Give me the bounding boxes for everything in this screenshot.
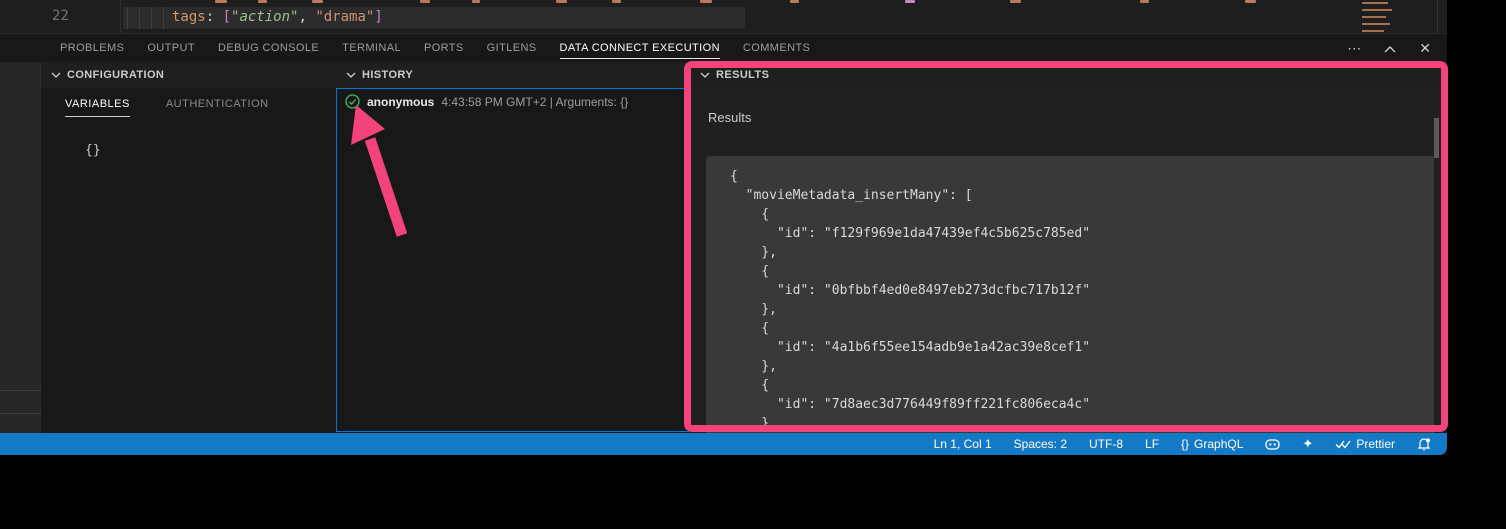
panel-body: CONFIGURATION VARIABLES AUTHENTICATION {… bbox=[0, 62, 1447, 433]
double-check-icon bbox=[1335, 439, 1351, 449]
language-label: GraphQL bbox=[1194, 437, 1243, 451]
chevron-down-icon bbox=[51, 72, 61, 79]
history-section: HISTORY anonymous 4:43:58 PM GMT+2 | Arg… bbox=[336, 62, 690, 433]
minimap-line bbox=[1362, 23, 1390, 25]
configuration-section-header[interactable]: CONFIGURATION bbox=[41, 62, 336, 88]
code-token-open-bracket: [ bbox=[223, 9, 231, 25]
clipped-code-fragment bbox=[1010, 0, 1021, 3]
indentation-status[interactable]: Spaces: 2 bbox=[1014, 437, 1067, 451]
configuration-section: CONFIGURATION VARIABLES AUTHENTICATION {… bbox=[41, 62, 336, 433]
results-section: RESULTS Results { "movieMetadata_insertM… bbox=[690, 62, 1447, 433]
results-section-header[interactable]: RESULTS bbox=[690, 62, 1447, 88]
chevron-down-icon bbox=[700, 72, 710, 79]
panel-actions: ⋯ ✕ bbox=[1347, 34, 1431, 63]
minimap-line bbox=[1362, 16, 1386, 18]
panel-tab-comments[interactable]: COMMENTS bbox=[743, 34, 810, 62]
clipped-code-fragment bbox=[420, 0, 430, 3]
panel-tab-output[interactable]: OUTPUT bbox=[147, 34, 195, 62]
indent-guide bbox=[139, 7, 140, 29]
code-line-22[interactable]: tags: ["action", "drama"] bbox=[172, 9, 383, 25]
panel-tab-terminal[interactable]: TERMINAL bbox=[342, 34, 401, 62]
minimap-line bbox=[1362, 2, 1388, 4]
indent-guide bbox=[163, 7, 164, 29]
code-token-string-drama: "drama" bbox=[315, 9, 374, 25]
sidebar-divider bbox=[0, 390, 41, 391]
chevron-down-icon bbox=[346, 72, 356, 79]
formatter-label: Prettier bbox=[1356, 437, 1395, 451]
editor-minimap[interactable] bbox=[1356, 0, 1447, 33]
history-item-name: anonymous bbox=[367, 95, 434, 109]
clipped-code-fragment bbox=[612, 0, 621, 3]
panel-tab-bar: PROBLEMS OUTPUT DEBUG CONSOLE TERMINAL P… bbox=[0, 33, 1447, 62]
panel-tab-ports[interactable]: PORTS bbox=[424, 34, 464, 62]
minimap-line bbox=[1362, 9, 1392, 11]
clipped-code-fragment bbox=[1245, 0, 1256, 3]
code-token-string-action: "action" bbox=[231, 9, 298, 25]
sparkle-icon[interactable]: ✦ bbox=[1302, 436, 1313, 452]
braces-icon: {} bbox=[1181, 437, 1189, 451]
clipped-code-fragment bbox=[1140, 0, 1149, 3]
clipped-code-fragment bbox=[258, 0, 267, 3]
minimap-line bbox=[1362, 30, 1384, 32]
history-item[interactable]: anonymous 4:43:58 PM GMT+2 | Arguments: … bbox=[337, 89, 688, 114]
clipped-code-fragment bbox=[312, 0, 323, 3]
results-json-text: { "movieMetadata_insertMany": [ { "id": … bbox=[706, 156, 1434, 450]
language-mode-status[interactable]: {} GraphQL bbox=[1181, 437, 1243, 451]
code-token-comma: , bbox=[298, 9, 315, 25]
cursor-position-status[interactable]: Ln 1, Col 1 bbox=[934, 437, 992, 451]
panel-tab-problems[interactable]: PROBLEMS bbox=[60, 34, 124, 62]
clipped-code-fragment bbox=[556, 0, 567, 3]
results-label: Results bbox=[708, 110, 751, 125]
configuration-tabs: VARIABLES AUTHENTICATION bbox=[41, 98, 336, 117]
tab-authentication[interactable]: AUTHENTICATION bbox=[166, 98, 269, 117]
results-title: RESULTS bbox=[716, 69, 769, 81]
vscode-panel-window: 22 tags: ["action", "drama"] PROBLEMS OU… bbox=[0, 0, 1447, 455]
code-editor[interactable]: 22 tags: ["action", "drama"] bbox=[0, 0, 1447, 33]
indent-guide bbox=[151, 7, 152, 29]
code-token-close-bracket: ] bbox=[374, 9, 382, 25]
code-token-key: tags bbox=[172, 9, 206, 25]
check-circle-icon bbox=[345, 94, 360, 109]
history-title: HISTORY bbox=[362, 69, 413, 81]
code-token-colon: : bbox=[206, 9, 223, 25]
clipped-code-fragment bbox=[472, 0, 480, 3]
results-content: Results { "movieMetadata_insertMany": [ … bbox=[690, 88, 1447, 433]
clipped-code-fragment bbox=[215, 0, 227, 3]
results-json-output[interactable]: { "movieMetadata_insertMany": [ { "id": … bbox=[706, 156, 1434, 450]
variables-value[interactable]: {} bbox=[85, 143, 336, 158]
clipped-code-fragment bbox=[905, 0, 915, 3]
more-actions-icon[interactable]: ⋯ bbox=[1347, 34, 1361, 63]
eol-status[interactable]: LF bbox=[1145, 437, 1159, 451]
minimap-edge bbox=[1437, 0, 1438, 33]
maximize-panel-icon[interactable] bbox=[1384, 34, 1396, 63]
panel-tab-gitlens[interactable]: GITLENS bbox=[487, 34, 537, 62]
gutter-divider bbox=[120, 0, 121, 33]
configuration-title: CONFIGURATION bbox=[67, 69, 164, 81]
close-panel-icon[interactable]: ✕ bbox=[1419, 34, 1431, 63]
tab-variables[interactable]: VARIABLES bbox=[65, 98, 130, 117]
formatter-status[interactable]: Prettier bbox=[1335, 437, 1395, 451]
sidebar-edge bbox=[0, 62, 41, 433]
panel-tab-debug-console[interactable]: DEBUG CONSOLE bbox=[218, 34, 319, 62]
panel-tab-data-connect-execution[interactable]: DATA CONNECT EXECUTION bbox=[560, 34, 720, 62]
line-number: 22 bbox=[52, 8, 69, 24]
sidebar-divider bbox=[0, 413, 41, 414]
clipped-code-fragment bbox=[790, 0, 799, 3]
history-list: anonymous 4:43:58 PM GMT+2 | Arguments: … bbox=[336, 88, 689, 432]
status-bar: Ln 1, Col 1 Spaces: 2 UTF-8 LF {} GraphQ… bbox=[0, 433, 1447, 455]
history-section-header[interactable]: HISTORY bbox=[336, 62, 690, 88]
scrollbar-thumb[interactable] bbox=[1434, 118, 1439, 158]
indent-guide bbox=[127, 7, 128, 29]
copilot-icon[interactable] bbox=[1265, 438, 1280, 451]
notifications-bell-icon[interactable] bbox=[1417, 437, 1431, 451]
clipped-code-fragment bbox=[700, 0, 712, 3]
encoding-status[interactable]: UTF-8 bbox=[1089, 437, 1123, 451]
history-item-meta: 4:43:58 PM GMT+2 | Arguments: {} bbox=[441, 95, 628, 109]
